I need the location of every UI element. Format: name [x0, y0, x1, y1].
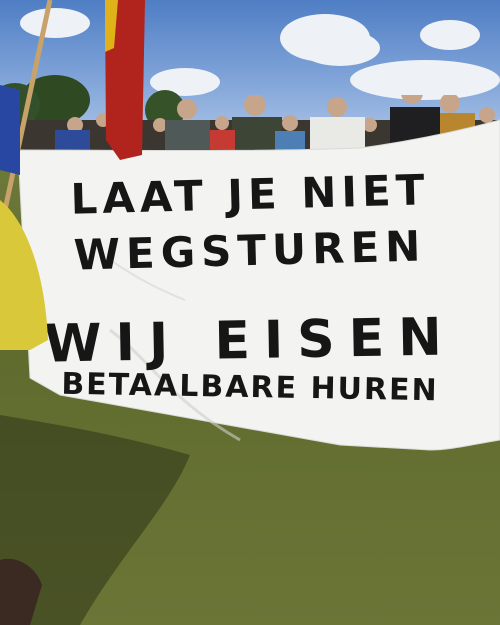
yellow-jacket — [0, 200, 48, 350]
protest-photo: LAAT JE NIET WEGSTUREN WIJ EISEN BETAALB… — [0, 0, 500, 625]
banner-line-3: WIJ EISEN — [43, 307, 457, 375]
bag — [0, 558, 42, 625]
